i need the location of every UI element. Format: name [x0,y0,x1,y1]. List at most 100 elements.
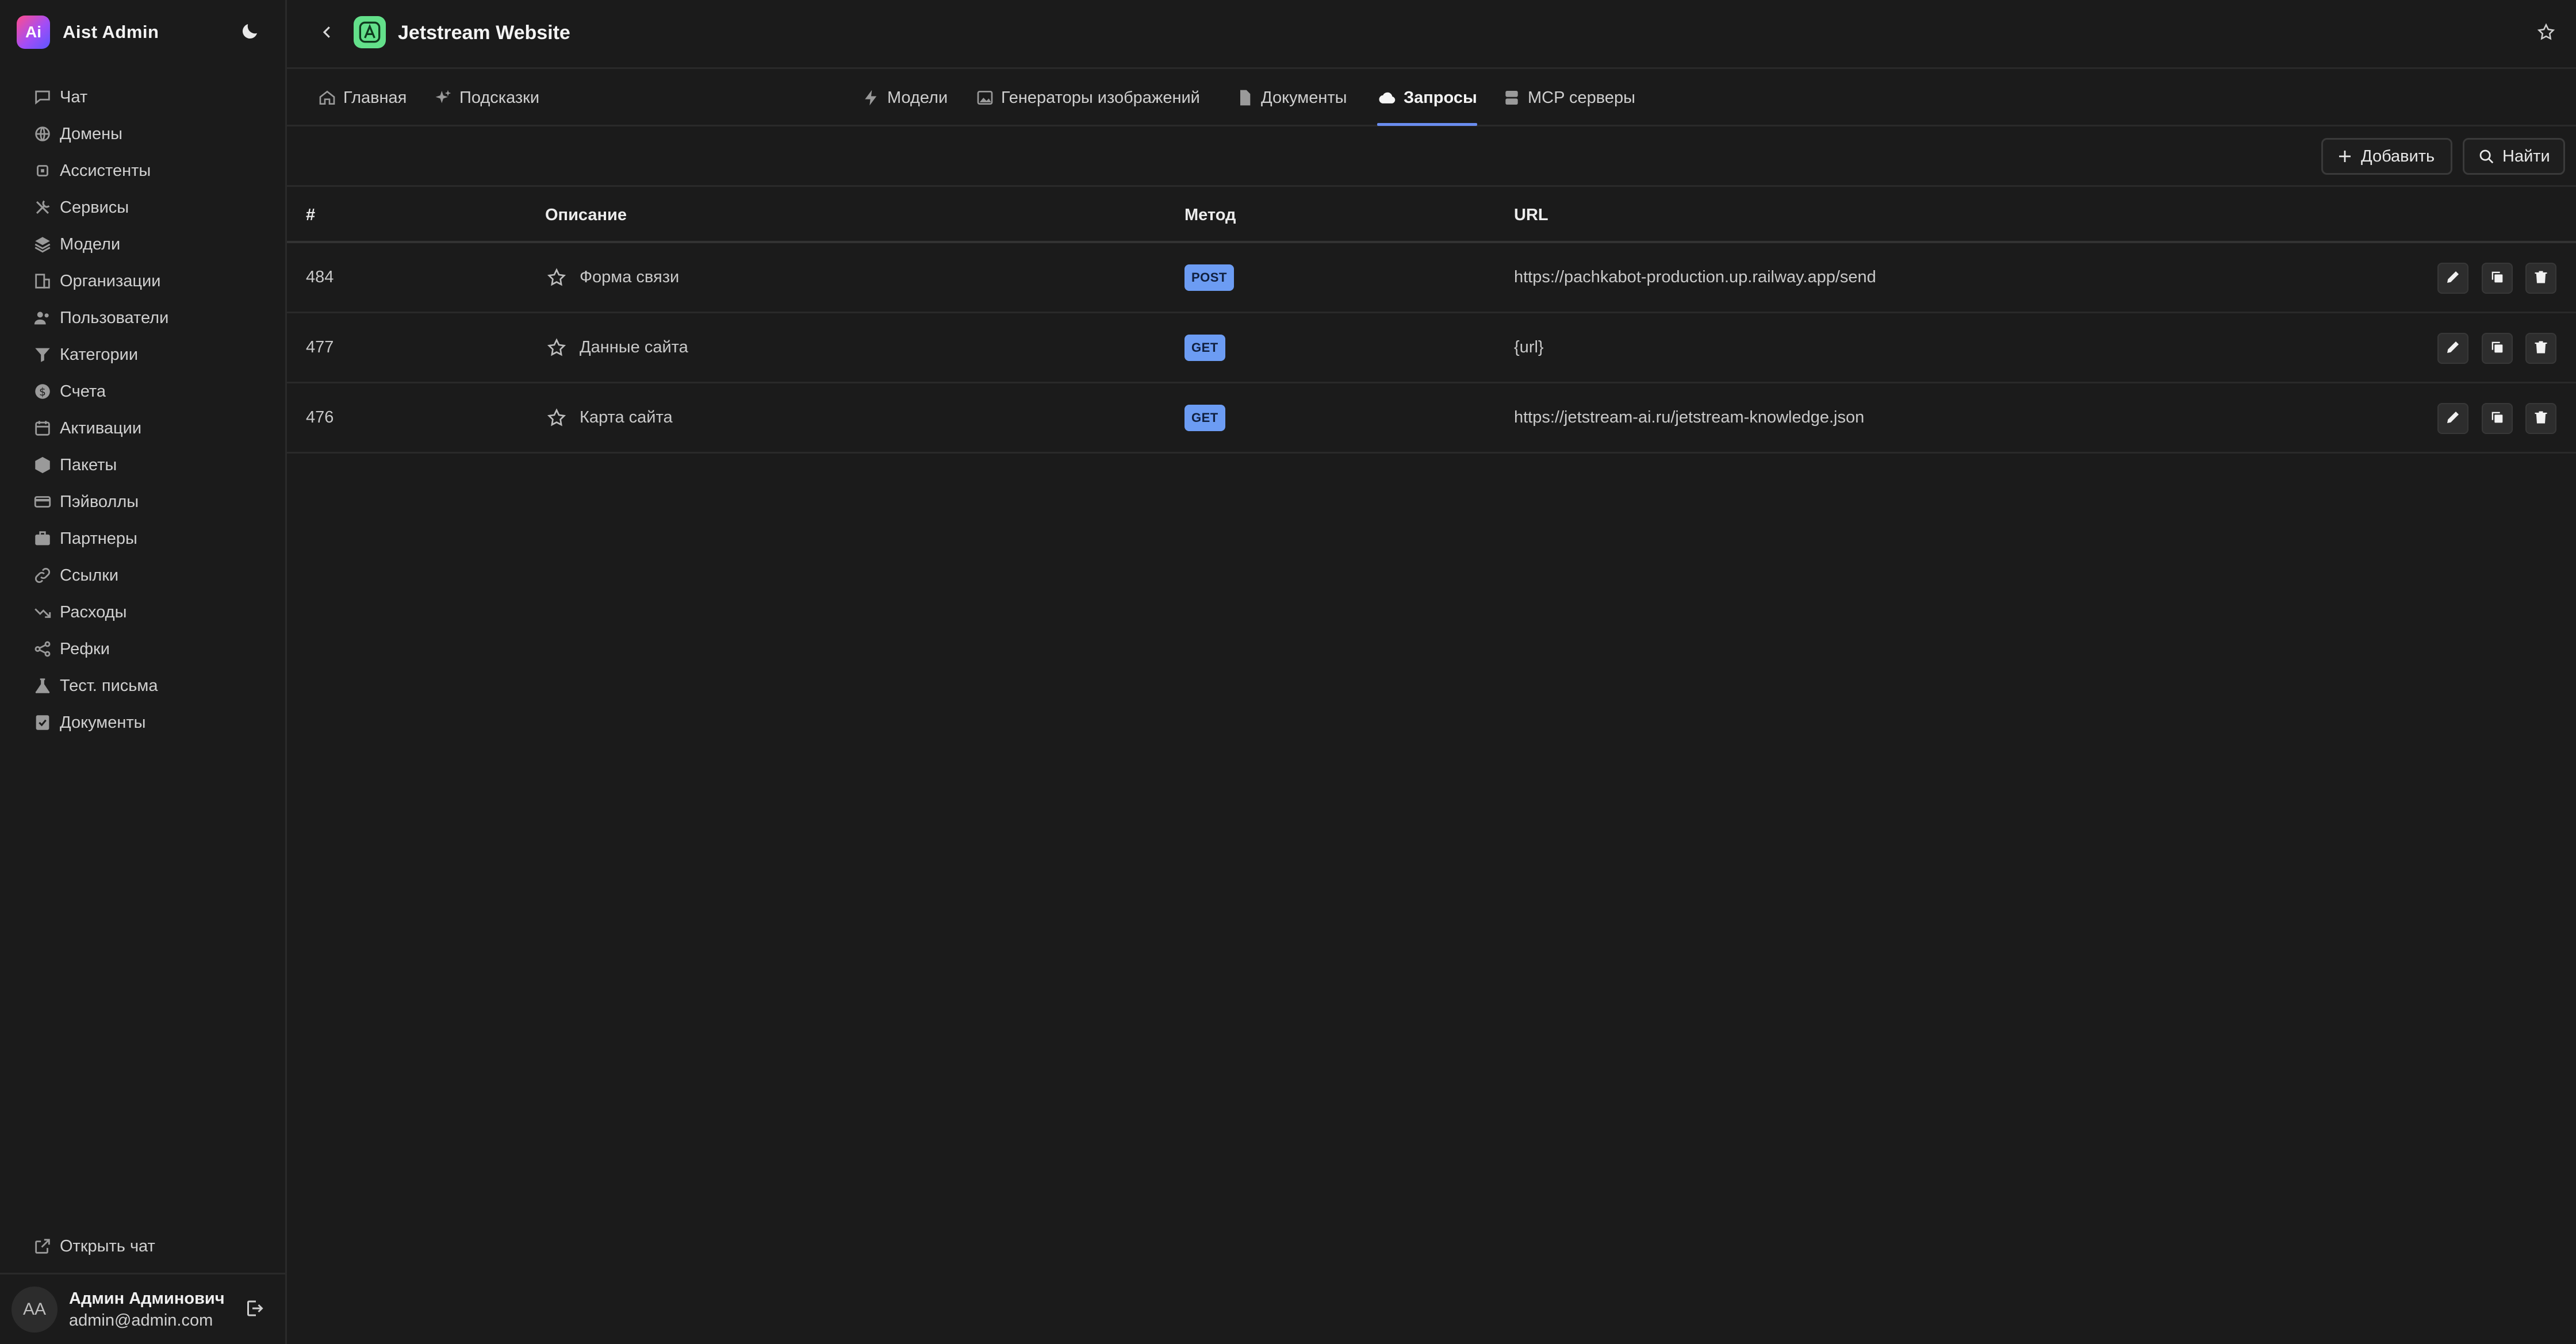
delete-button[interactable] [2525,333,2556,364]
sidebar-item-paywalls[interactable]: Пэйволлы [0,483,285,520]
open-chat-label: Открыть чат [60,1237,155,1255]
theme-toggle-button[interactable] [237,20,263,45]
sidebar-item-test-emails[interactable]: Тест. письма [0,667,285,704]
page-title: Jetstream Website [398,22,570,44]
search-button[interactable]: Найти [2463,138,2565,175]
sidebar-item-organizations[interactable]: Организации [0,263,285,299]
edit-button[interactable] [2437,263,2468,294]
table-row[interactable]: 476 Карта сайта GET https://jetstream-ai… [287,383,2576,454]
sidebar-item-services[interactable]: Сервисы [0,189,285,226]
chevron-left-icon [319,24,336,44]
sidebar-item-label: Модели [60,235,121,254]
tab-requests[interactable]: Запросы [1377,71,1477,126]
sidebar-item-invoices[interactable]: $ Счета [0,373,285,410]
star-icon[interactable] [545,266,568,289]
method-badge: GET [1184,404,1225,431]
sidebar-item-activations[interactable]: Активации [0,410,285,447]
copy-icon [2489,339,2505,358]
copy-button[interactable] [2482,263,2513,294]
filter-icon [31,343,54,366]
card-icon [31,490,54,513]
description-text: Форма связи [580,268,680,286]
column-header-id[interactable]: # [306,187,315,243]
sidebar-item-label: Тест. письма [60,676,158,695]
cell-method: GET [1184,313,1225,382]
column-header-url[interactable]: URL [1514,187,1548,243]
tab-models[interactable]: Модели [861,71,948,125]
back-button[interactable] [313,19,342,48]
sidebar-item-users[interactable]: Пользователи [0,299,285,336]
building-icon [31,270,54,293]
description-text: Данные сайта [580,338,688,356]
sidebar-item-documents[interactable]: Документы [0,704,285,741]
sidebar-item-assistants[interactable]: Ассистенты [0,152,285,189]
sidebar-item-models[interactable]: Модели [0,226,285,263]
copy-button[interactable] [2482,333,2513,364]
image-icon [975,87,995,108]
column-header-description[interactable]: Описание [545,187,627,243]
edit-button[interactable] [2437,333,2468,364]
external-link-icon [31,1235,54,1258]
tab-label: Модели [887,88,948,107]
project-icon [354,16,386,48]
tab-hints[interactable]: Подсказки [433,71,539,125]
avatar[interactable]: AA [12,1287,57,1333]
sidebar-item-categories[interactable]: Категории [0,336,285,373]
sidebar-item-domains[interactable]: Домены [0,116,285,152]
sidebar-item-label: Рефки [60,639,110,658]
sidebar-item-links[interactable]: Ссылки [0,557,285,594]
cell-url: https://pachkabot-production.up.railway.… [1514,268,1876,286]
sidebar-item-expenses[interactable]: Расходы [0,594,285,631]
sidebar-item-partners[interactable]: Партнеры [0,520,285,557]
column-header-method[interactable]: Метод [1184,187,1236,243]
cell-description: Карта сайта [545,383,673,452]
chat-icon [31,86,54,109]
sidebar-item-chat[interactable]: Чат [0,79,285,116]
sidebar-item-packages[interactable]: Пакеты [0,447,285,483]
document-check-icon [31,711,54,734]
open-chat-link[interactable]: Открыть чат [0,1228,285,1265]
requests-table: # Описание Метод URL 484 Форма связи POS… [287,187,2576,454]
plus-icon [2336,147,2354,166]
calendar-icon [31,417,54,440]
star-icon[interactable] [545,336,568,359]
tab-bar: Главная Подсказки Модели Генераторы изоб… [287,71,2576,126]
star-icon[interactable] [545,406,568,429]
search-button-label: Найти [2502,147,2550,166]
copy-button[interactable] [2482,403,2513,434]
logout-icon [244,1298,264,1322]
sidebar-item-label: Активации [60,418,142,437]
divider [0,1273,285,1274]
favorite-button[interactable] [2532,20,2560,47]
pencil-icon [2444,409,2462,429]
table-row[interactable]: 484 Форма связи POST https://pachkabot-p… [287,243,2576,313]
brand-name: Aist Admin [63,22,159,42]
tab-mcp-servers[interactable]: MCP серверы [1501,71,1635,125]
pencil-icon [2444,268,2462,289]
delete-button[interactable] [2525,403,2556,434]
add-button[interactable]: Добавить [2321,138,2452,175]
pencil-icon [2444,339,2462,359]
cpu-icon [31,159,54,182]
sidebar-item-label: Пэйволлы [60,492,139,511]
logout-button[interactable] [240,1296,268,1323]
globe-icon [31,122,54,145]
link-icon [31,564,54,587]
description-text: Карта сайта [580,408,673,427]
sidebar-item-referrals[interactable]: Рефки [0,631,285,667]
tab-home[interactable]: Главная [317,71,407,125]
flask-icon [31,674,54,697]
tab-image-generators[interactable]: Генераторы изображений [975,71,1200,125]
sidebar-item-label: Сервисы [60,198,129,217]
sidebar-item-label: Ассистенты [60,161,151,180]
topbar: Jetstream Website [287,0,2576,69]
user-name: Админ Админович [69,1289,225,1308]
brand[interactable]: Ai Aist Admin [17,15,159,49]
edit-button[interactable] [2437,403,2468,434]
cell-id: 477 [306,338,334,356]
sidebar-item-label: Организации [60,271,161,290]
delete-button[interactable] [2525,263,2556,294]
tools-icon [31,196,54,219]
tab-documents[interactable]: Документы [1235,71,1347,125]
table-row[interactable]: 477 Данные сайта GET {url} [287,313,2576,383]
